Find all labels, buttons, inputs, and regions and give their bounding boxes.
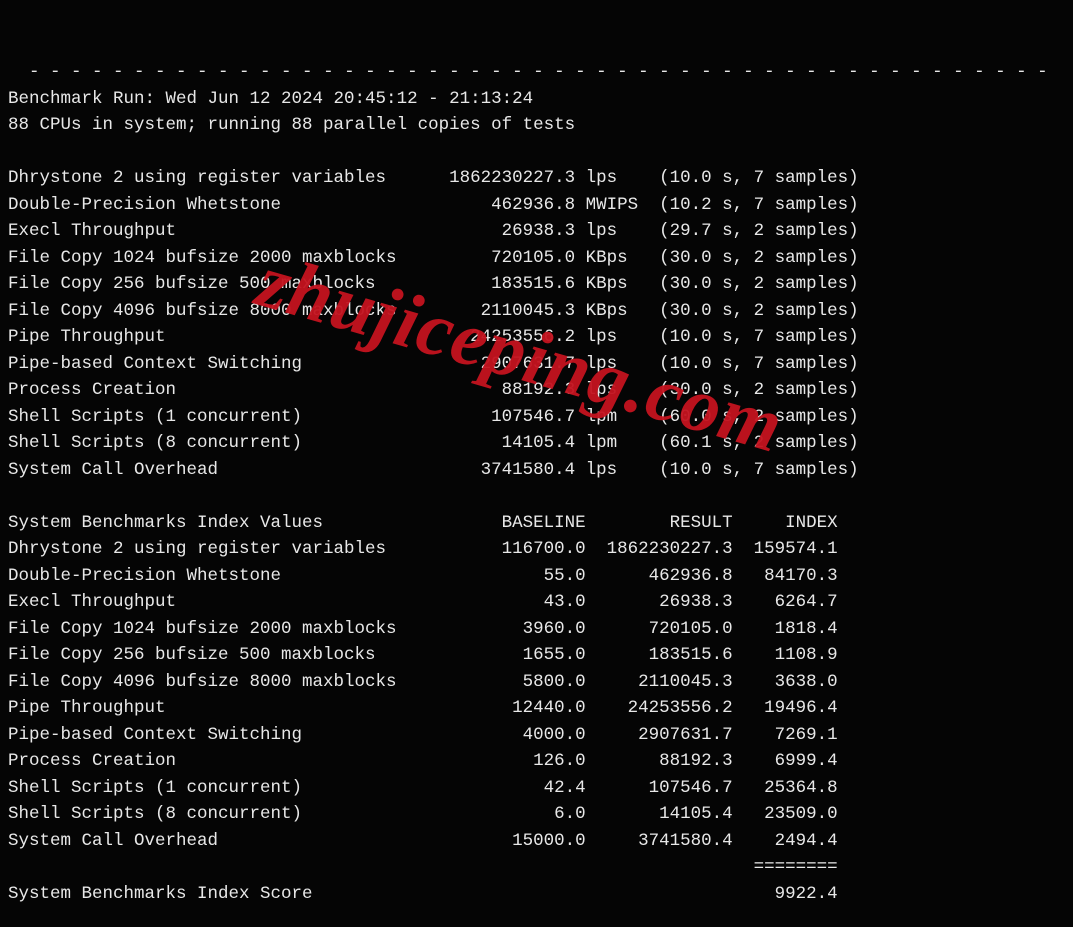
terminal-output: zhujiceping.com - - - - - - - - - - - - … [0,0,1073,927]
benchmark-run-line: Benchmark Run: Wed Jun 12 2024 20:45:12 … [8,89,533,109]
separator-line: ======== [8,857,838,877]
score-line: System Benchmarks Index Score 9922.4 [8,884,838,904]
divider-line: - - - - - - - - - - - - - - - - - - - - … [29,62,1058,82]
index-block: System Benchmarks Index Values BASELINE … [8,513,838,851]
tests-block: Dhrystone 2 using register variables 186… [8,168,859,480]
cpu-info-line: 88 CPUs in system; running 88 parallel c… [8,115,575,135]
